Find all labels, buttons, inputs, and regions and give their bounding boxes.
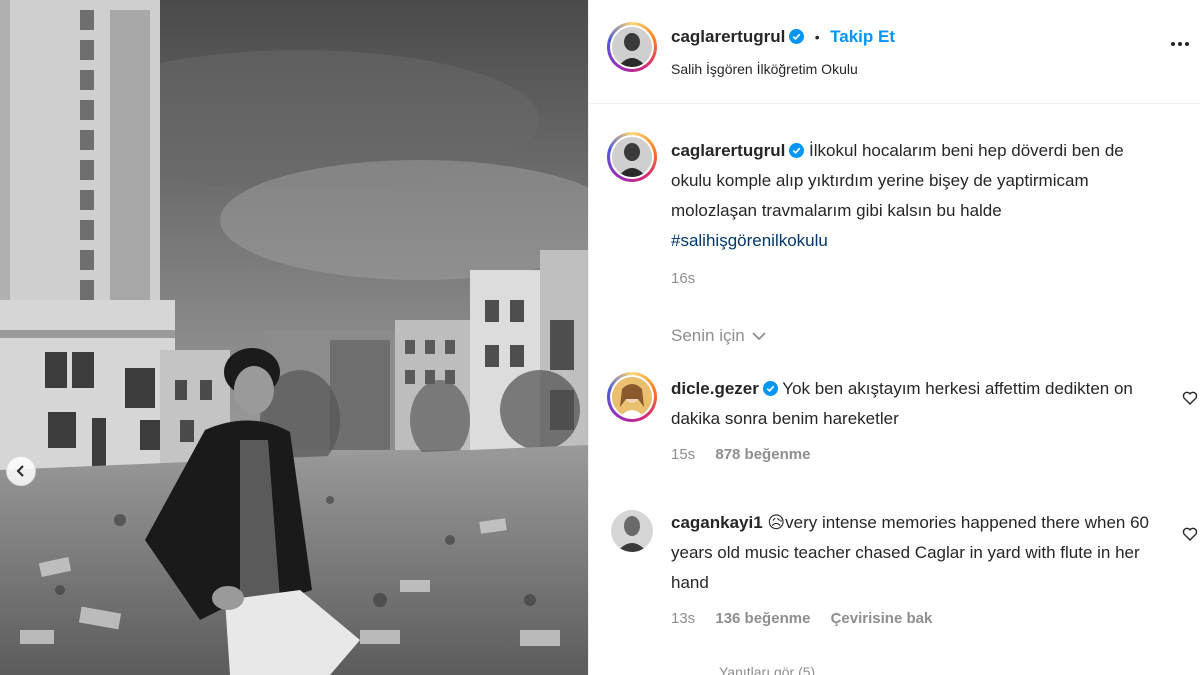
comment-text: dakika sonra benim hareketler <box>671 409 899 428</box>
comment-avatar[interactable] <box>607 372 657 422</box>
chevron-left-icon <box>16 465 24 477</box>
comment-likes[interactable]: 878 beğenme <box>715 446 810 463</box>
post-header: caglarertugrul • Takip Et Salih İşgören … <box>589 0 1200 104</box>
photo-scene <box>0 0 588 675</box>
post-details-panel: caglarertugrul • Takip Et Salih İşgören … <box>588 0 1200 675</box>
comment-item: cagankayi1 😥very intense memories happen… <box>671 508 1171 627</box>
comment-sort-label: Senin için <box>671 326 745 345</box>
comment-sort-dropdown[interactable]: Senin için <box>671 326 767 346</box>
comment-text: hand <box>671 573 709 592</box>
caption-time[interactable]: 16s <box>671 270 695 287</box>
follow-button[interactable]: Takip Et <box>830 27 895 46</box>
chevron-down-icon <box>752 332 766 341</box>
like-heart-icon[interactable] <box>1182 390 1198 406</box>
caption-line: İlkokul hocalarım beni hep döverdi ben d… <box>809 141 1124 160</box>
carousel-previous-button[interactable] <box>6 456 36 486</box>
caption-line: molozlaşan travmalarım gibi kalsın bu ha… <box>671 201 1002 220</box>
comment-text: years old music teacher chased Caglar in… <box>671 543 1140 562</box>
comment-time[interactable]: 13s <box>671 610 695 627</box>
verified-badge-icon <box>762 381 778 396</box>
post-caption: caglarertugrul İlkokul hocalarım beni he… <box>671 136 1171 287</box>
commenter-avatar-photo <box>611 510 653 552</box>
comment-emoji: 😥 <box>767 513 786 532</box>
comment-username[interactable]: cagankayi1 <box>671 513 763 532</box>
comment-avatar[interactable] <box>611 510 653 552</box>
post-photo[interactable] <box>0 0 588 675</box>
author-avatar-photo <box>612 27 652 67</box>
commenter-avatar-photo <box>612 377 652 417</box>
caption-username[interactable]: caglarertugrul <box>671 141 785 160</box>
comment-time[interactable]: 15s <box>671 446 695 463</box>
verified-badge-icon <box>789 143 805 158</box>
like-heart-icon[interactable] <box>1182 526 1198 542</box>
comment-username[interactable]: dicle.gezer <box>671 379 759 398</box>
see-translation-link[interactable]: Çevirisine bak <box>831 610 933 627</box>
caption-hashtag[interactable]: #salihişgörenilkokulu <box>671 226 1171 256</box>
author-avatar[interactable] <box>607 22 657 72</box>
comment-text: Yok ben akıştayım herkesi affettim dedik… <box>782 379 1133 398</box>
view-replies-link[interactable]: Yanıtları gör (5) <box>719 664 815 675</box>
comment-likes[interactable]: 136 beğenme <box>715 610 810 627</box>
caption-avatar-photo <box>612 137 652 177</box>
more-options-button[interactable] <box>1171 42 1189 46</box>
author-username[interactable]: caglarertugrul <box>671 27 785 46</box>
caption-line: okulu komple alıp yıktırdım yerine bişey… <box>671 171 1089 190</box>
comment-text: very intense memories happened there whe… <box>785 513 1149 532</box>
caption-author-avatar[interactable] <box>607 132 657 182</box>
more-options-icon <box>1171 42 1175 46</box>
separator-dot: • <box>814 29 820 45</box>
verified-badge-icon <box>789 29 805 44</box>
comment-item: dicle.gezer Yok ben akıştayım herkesi af… <box>671 374 1171 463</box>
post-location[interactable]: Salih İşgören İlköğretim Okulu <box>671 61 858 77</box>
